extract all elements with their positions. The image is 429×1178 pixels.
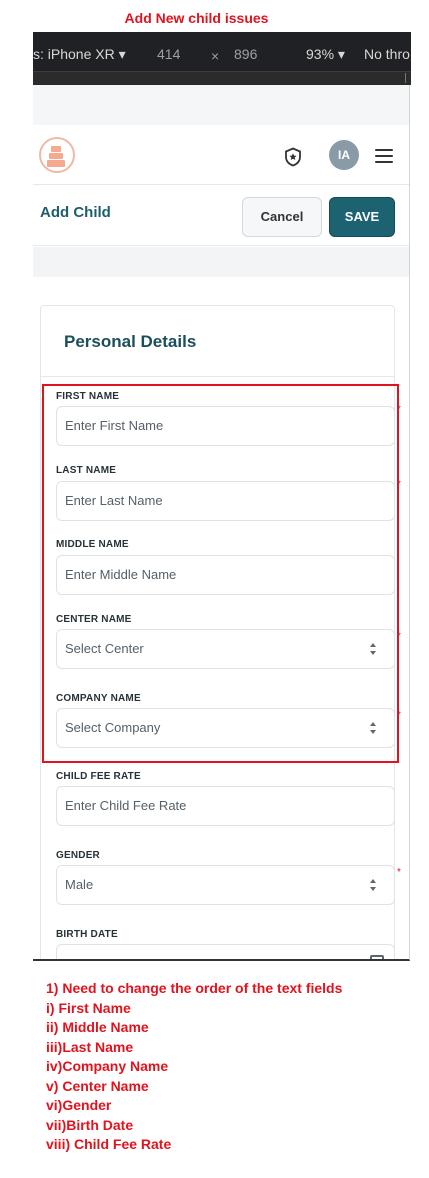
note-line: iv)Company Name	[46, 1058, 169, 1074]
note-line: vii)Birth Date	[46, 1116, 134, 1133]
card-divider	[41, 376, 394, 377]
throttle-select[interactable]: No thro	[364, 46, 410, 62]
note-line: vi)Gender	[46, 1097, 112, 1113]
child-fee-rate-label: CHILD FEE RATE	[56, 771, 141, 782]
device-width-input[interactable]: 414	[157, 46, 180, 62]
user-avatar[interactable]: IA	[329, 140, 359, 170]
birth-date-label: BIRTH DATE	[56, 929, 118, 940]
gender-value: Male	[65, 877, 94, 892]
page-header: Add Child Cancel SAVE	[33, 186, 409, 246]
card-title: Personal Details	[64, 332, 197, 351]
note-line: ii) Middle Name	[46, 1019, 149, 1035]
zoom-label: 93%	[306, 46, 335, 62]
devtools-device-toolbar: s: iPhone XR ▾ 414 × 896 93% ▾ No thro	[33, 32, 411, 85]
hamburger-menu-icon[interactable]	[375, 149, 393, 163]
note-line: v) Center Name	[46, 1077, 149, 1094]
child-fee-rate-input[interactable]: Enter Child Fee Rate	[56, 786, 395, 826]
note-line: 1) Need to change the order of the text …	[46, 980, 343, 996]
note-line: viii) Child Fee Rate	[46, 1136, 172, 1152]
annotation-title: Add New child issues	[124, 10, 269, 26]
viewport-top-gap	[33, 85, 409, 125]
annotation-highlight-box	[42, 384, 399, 763]
device-label: s: iPhone XR	[33, 46, 115, 62]
annotation-notes: 1) Need to change the order of the text …	[46, 979, 342, 1155]
birth-date-input[interactable]	[56, 944, 395, 959]
save-button[interactable]: SAVE	[329, 197, 395, 237]
zoom-select[interactable]: 93% ▾	[306, 46, 345, 63]
devtools-ruler	[33, 71, 411, 85]
device-height-input[interactable]: 896	[234, 46, 257, 62]
section-band	[33, 247, 409, 277]
cancel-button[interactable]: Cancel	[242, 197, 322, 237]
page-title: Add Child	[40, 204, 111, 221]
brand-logo[interactable]	[39, 137, 75, 173]
select-arrows-icon	[369, 878, 377, 892]
dimension-separator: ×	[211, 48, 220, 64]
device-select[interactable]: s: iPhone XR ▾	[33, 46, 126, 63]
gender-select[interactable]: Male	[56, 865, 395, 905]
calendar-icon[interactable]	[370, 955, 384, 959]
note-line: iii)Last Name	[46, 1038, 134, 1055]
app-navbar: IA	[33, 125, 409, 185]
gender-label: GENDER	[56, 850, 100, 861]
note-line: i) First Name	[46, 999, 131, 1016]
gender-required-mark: *	[397, 867, 401, 878]
shield-star-icon[interactable]	[283, 147, 303, 167]
